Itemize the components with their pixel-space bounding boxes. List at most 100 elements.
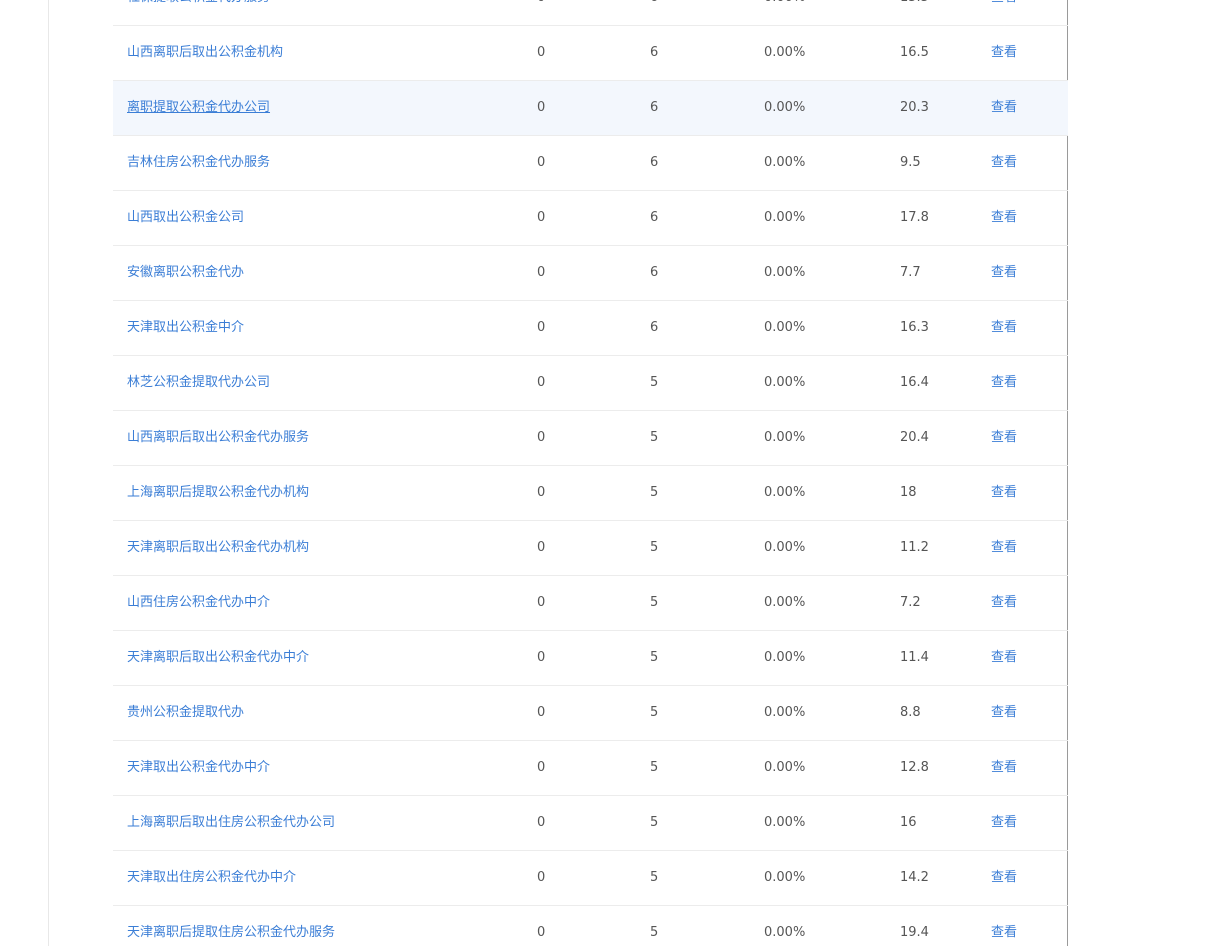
view-link[interactable]: 查看 [991, 301, 1017, 355]
rate-value: 0.00% [764, 925, 806, 940]
view-link[interactable]: 查看 [991, 576, 1017, 630]
keyword-link[interactable]: 安徽离职公积金代办 [127, 246, 244, 300]
view-link[interactable]: 查看 [991, 686, 1017, 740]
score-value: 7.7 [900, 265, 921, 280]
col-b-value: 6 [650, 0, 658, 25]
table-row: 山西离职后取出公积金代办服务 0 5 0.00% 20.4 查看 [113, 411, 1068, 466]
col-b-value: 5 [650, 595, 659, 610]
col-a-value: 0 [537, 210, 546, 225]
keyword-link[interactable]: 天津取出住房公积金代办中介 [127, 851, 296, 905]
keyword-link[interactable]: 上海离职后取出住房公积金代办公司 [127, 796, 335, 850]
rate-value: 0.00% [764, 210, 806, 225]
table-row: 社保提取公积金代办服务 0 6 0.00% 15.5 查看 [113, 0, 1068, 26]
score-value: 16.4 [900, 375, 929, 390]
keyword-link[interactable]: 天津取出公积金中介 [127, 301, 244, 355]
col-a-value: 0 [537, 870, 546, 885]
table-row: 上海离职后提取公积金代办机构 0 5 0.00% 18 查看 [113, 466, 1068, 521]
rate-value: 0.00% [764, 870, 806, 885]
view-link[interactable]: 查看 [991, 851, 1017, 905]
table-row: 林芝公积金提取代办公司 0 5 0.00% 16.4 查看 [113, 356, 1068, 411]
score-value: 16.5 [900, 45, 929, 60]
rate-value: 0.00% [764, 0, 805, 25]
col-b-value: 5 [650, 760, 659, 775]
keyword-link[interactable]: 林芝公积金提取代办公司 [127, 356, 270, 410]
col-b-value: 5 [650, 925, 659, 940]
table-row: 贵州公积金提取代办 0 5 0.00% 8.8 查看 [113, 686, 1068, 741]
col-a-value: 0 [537, 815, 546, 830]
col-b-value: 6 [650, 45, 659, 60]
col-b-value: 5 [650, 705, 659, 720]
score-value: 12.8 [900, 760, 929, 775]
view-link[interactable]: 查看 [991, 411, 1017, 465]
keyword-link[interactable]: 天津取出公积金代办中介 [127, 741, 270, 795]
score-value: 20.3 [900, 100, 929, 115]
table-row: 离职提取公积金代办公司 0 6 0.00% 20.3 查看 [113, 81, 1068, 136]
page: 社保提取公积金代办服务060.00%15.5查看山西离职后取出公积金机构060.… [0, 0, 1206, 946]
view-link[interactable]: 查看 [991, 81, 1017, 135]
rate-value: 0.00% [764, 430, 806, 445]
view-link[interactable]: 查看 [991, 906, 1017, 946]
view-link[interactable]: 查看 [991, 631, 1017, 685]
keyword-link[interactable]: 山西取出公积金公司 [127, 191, 244, 245]
view-link[interactable]: 查看 [991, 246, 1017, 300]
keyword-link[interactable]: 离职提取公积金代办公司 [127, 81, 270, 135]
score-value: 16 [900, 815, 917, 830]
score-value: 17.8 [900, 210, 929, 225]
col-b-value: 6 [650, 100, 659, 115]
table-row: 山西离职后取出公积金机构 0 6 0.00% 16.5 查看 [113, 26, 1068, 81]
view-link[interactable]: 查看 [991, 0, 1017, 25]
rate-value: 0.00% [764, 815, 806, 830]
col-a-value: 0 [537, 705, 546, 720]
col-a-value: 0 [537, 650, 546, 665]
keyword-link[interactable]: 贵州公积金提取代办 [127, 686, 244, 740]
col-a-value: 0 [537, 760, 546, 775]
view-link[interactable]: 查看 [991, 191, 1017, 245]
table-row: 山西取出公积金公司 0 6 0.00% 17.8 查看 [113, 191, 1068, 246]
table-row: 山西住房公积金代办中介 0 5 0.00% 7.2 查看 [113, 576, 1068, 631]
rate-value: 0.00% [764, 760, 806, 775]
col-a-value: 0 [537, 540, 546, 555]
keyword-link[interactable]: 社保提取公积金代办服务 [127, 0, 270, 25]
view-link[interactable]: 查看 [991, 741, 1017, 795]
score-value: 19.4 [900, 925, 929, 940]
col-b-value: 5 [650, 485, 659, 500]
table-row: 天津取出公积金中介 0 6 0.00% 16.3 查看 [113, 301, 1068, 356]
view-link[interactable]: 查看 [991, 466, 1017, 520]
col-a-value: 0 [537, 485, 546, 500]
table-row: 安徽离职公积金代办 0 6 0.00% 7.7 查看 [113, 246, 1068, 301]
col-b-value: 5 [650, 540, 659, 555]
score-value: 7.2 [900, 595, 921, 610]
col-a-value: 0 [537, 155, 546, 170]
view-link[interactable]: 查看 [991, 356, 1017, 410]
col-a-value: 0 [537, 375, 546, 390]
table-row: 天津离职后取出公积金代办中介 0 5 0.00% 11.4 查看 [113, 631, 1068, 686]
col-b-value: 5 [650, 430, 659, 445]
keyword-link[interactable]: 上海离职后提取公积金代办机构 [127, 466, 309, 520]
score-value: 14.2 [900, 870, 929, 885]
view-link[interactable]: 查看 [991, 521, 1017, 575]
rate-value: 0.00% [764, 375, 806, 390]
keyword-link[interactable]: 天津离职后提取住房公积金代办服务 [127, 906, 335, 946]
col-b-value: 6 [650, 155, 659, 170]
view-link[interactable]: 查看 [991, 136, 1017, 190]
col-a-value: 0 [537, 0, 545, 25]
col-a-value: 0 [537, 925, 546, 940]
rate-value: 0.00% [764, 155, 806, 170]
table-row: 吉林住房公积金代办服务 0 6 0.00% 9.5 查看 [113, 136, 1068, 191]
rate-value: 0.00% [764, 485, 806, 500]
keyword-link[interactable]: 山西离职后取出公积金代办服务 [127, 411, 309, 465]
table-row: 天津离职后取出公积金代办机构 0 5 0.00% 11.2 查看 [113, 521, 1068, 576]
keyword-link[interactable]: 天津离职后取出公积金代办机构 [127, 521, 309, 575]
keyword-link[interactable]: 山西住房公积金代办中介 [127, 576, 270, 630]
col-a-value: 0 [537, 430, 546, 445]
col-b-value: 5 [650, 815, 659, 830]
view-link[interactable]: 查看 [991, 26, 1017, 80]
view-link[interactable]: 查看 [991, 796, 1017, 850]
rate-value: 0.00% [764, 100, 806, 115]
keyword-link[interactable]: 天津离职后取出公积金代办中介 [127, 631, 309, 685]
table-row: 天津取出住房公积金代办中介 0 5 0.00% 14.2 查看 [113, 851, 1068, 906]
keyword-link[interactable]: 山西离职后取出公积金机构 [127, 26, 283, 80]
rate-value: 0.00% [764, 540, 806, 555]
rate-value: 0.00% [764, 595, 806, 610]
keyword-link[interactable]: 吉林住房公积金代办服务 [127, 136, 270, 190]
